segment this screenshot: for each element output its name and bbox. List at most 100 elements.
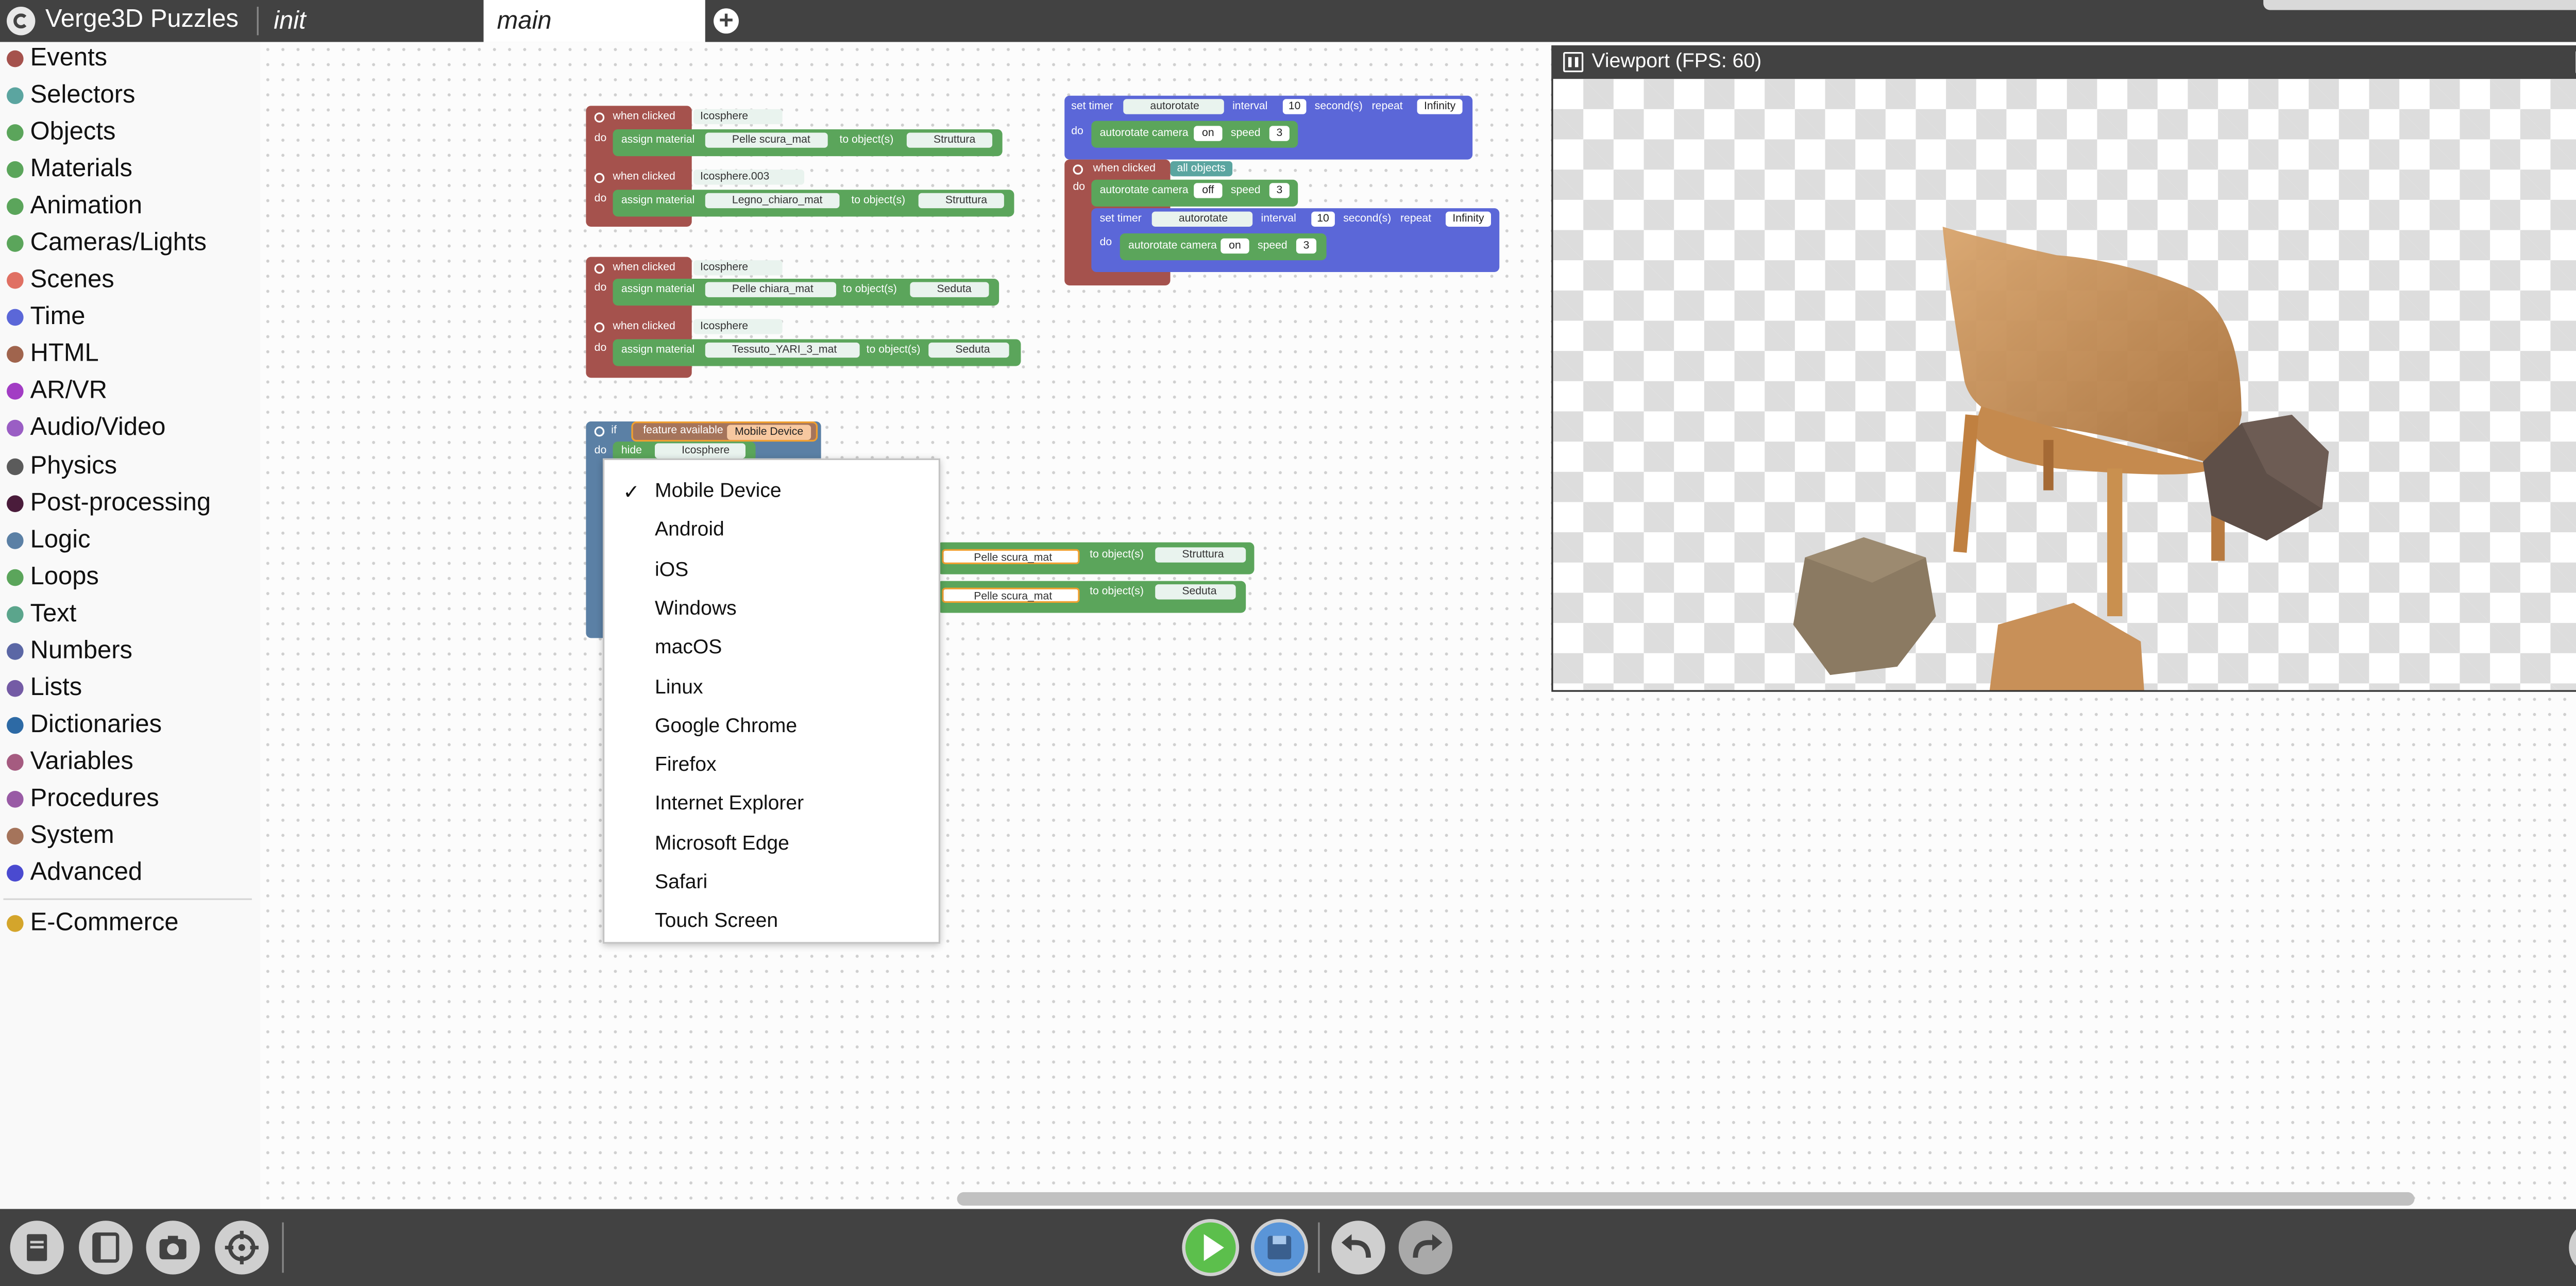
dropdown-option[interactable]: Windows	[655, 596, 737, 620]
interval-field[interactable]: 10	[1311, 211, 1335, 227]
sidebar-category-physics[interactable]: Physics	[7, 450, 117, 483]
sidebar-category-dictionaries[interactable]: Dictionaries	[7, 708, 162, 742]
object-field[interactable]: Icosphere.003	[693, 170, 805, 185]
redo-icon[interactable]	[1398, 1221, 1453, 1275]
sidebar-category-loops[interactable]: Loops	[7, 561, 99, 595]
object-field[interactable]: Struttura	[906, 132, 993, 148]
sidebar-category-post-processing[interactable]: Post-processing	[7, 487, 211, 520]
material-field[interactable]: Pelle scura_mat	[942, 549, 1080, 565]
camera-toggle-field[interactable]: off	[1194, 183, 1223, 198]
sidebar-category-events[interactable]: Events	[7, 42, 107, 75]
dropdown-option[interactable]: Touch Screen	[655, 909, 778, 933]
viewport-panel: Viewport (FPS: 60) ✕	[1551, 45, 2576, 692]
object-field[interactable]: all objects	[1170, 161, 1233, 177]
save-icon[interactable]	[1250, 1219, 1308, 1276]
object-field[interactable]: Icosphere	[693, 109, 783, 125]
sidebar-category-advanced[interactable]: Advanced	[7, 856, 142, 890]
sidebar-category-cameras-lights[interactable]: Cameras/Lights	[7, 227, 207, 260]
sidebar-category-procedures[interactable]: Procedures	[7, 783, 159, 816]
sidebar-category-objects[interactable]: Objects	[7, 116, 115, 149]
block-label: when clicked	[613, 320, 675, 333]
dropdown-option[interactable]: Microsoft Edge	[655, 831, 789, 854]
material-field[interactable]: Pelle scura_mat	[942, 587, 1080, 603]
material-field[interactable]: Legno_chiaro_mat	[705, 193, 840, 209]
object-field[interactable]: Seduta	[910, 282, 989, 297]
dropdown-option[interactable]: Android	[655, 518, 724, 542]
gear-icon[interactable]	[594, 112, 605, 123]
category-color-icon	[7, 495, 24, 512]
repeat-field[interactable]: Infinity	[1445, 211, 1491, 227]
object-field[interactable]: Struttura	[918, 193, 1004, 209]
sidebar-category-system[interactable]: System	[7, 819, 114, 853]
sidebar-category-audio-video[interactable]: Audio/Video	[7, 411, 165, 445]
block-label: set timer	[1099, 213, 1142, 225]
tab-init[interactable]: init	[260, 0, 483, 42]
object-field[interactable]: Icosphere	[655, 443, 745, 459]
add-tab-icon[interactable]: +	[714, 8, 739, 33]
speed-field[interactable]: 3	[1296, 238, 1317, 254]
screenshot-icon[interactable]	[146, 1221, 200, 1275]
top-right-control[interactable]	[2263, 0, 2576, 10]
block-label: when clicked	[613, 171, 675, 183]
gear-icon[interactable]	[1073, 164, 1083, 175]
3d-canvas[interactable]	[1553, 79, 2576, 690]
file-icon[interactable]	[79, 1221, 133, 1275]
dropdown-option[interactable]: Firefox	[655, 752, 717, 776]
sidebar-category-html[interactable]: HTML	[7, 337, 99, 371]
target-icon[interactable]	[215, 1221, 269, 1275]
dropdown-option[interactable]: Mobile Device	[655, 479, 782, 502]
block-label: to object(s)	[851, 195, 906, 207]
dropdown-option[interactable]: macOS	[655, 635, 722, 659]
timer-name-field[interactable]: autorotate	[1123, 99, 1224, 114]
app-title: Verge3D Puzzles	[45, 5, 239, 34]
camera-toggle-field[interactable]: on	[1221, 238, 1249, 254]
undo-icon[interactable]	[1331, 1221, 1385, 1275]
sidebar-category-materials[interactable]: Materials	[7, 153, 132, 187]
gear-icon[interactable]	[594, 322, 605, 333]
horizontal-scrollbar[interactable]	[957, 1192, 2415, 1206]
material-field[interactable]: Pelle scura_mat	[705, 132, 828, 148]
material-field[interactable]: Pelle chiara_mat	[705, 282, 836, 297]
dropdown-option[interactable]: iOS	[655, 557, 688, 581]
sidebar-category-animation[interactable]: Animation	[7, 190, 142, 223]
object-field[interactable]: Icosphere	[693, 319, 783, 334]
block-label: second(s)	[1314, 100, 1363, 113]
library-icon[interactable]	[10, 1221, 64, 1275]
block-label: interval	[1232, 100, 1268, 113]
sidebar-category-variables[interactable]: Variables	[7, 746, 133, 779]
timer-name-field[interactable]: autorotate	[1151, 211, 1253, 227]
tab-main[interactable]: main	[483, 0, 705, 42]
dropdown-option[interactable]: Internet Explorer	[655, 791, 804, 815]
material-field[interactable]: Tessuto_YARI_3_mat	[705, 342, 860, 358]
sidebar-category-e-commerce[interactable]: E-Commerce	[7, 907, 179, 940]
help-icon[interactable]: ?	[2569, 1221, 2576, 1275]
sidebar-category-lists[interactable]: Lists	[7, 672, 82, 705]
feature-dropdown[interactable]: Mobile Device	[727, 425, 811, 440]
dropdown-option[interactable]: Linux	[655, 674, 703, 698]
speed-field[interactable]: 3	[1269, 183, 1290, 198]
dropdown-option[interactable]: Safari	[655, 870, 707, 893]
sidebar-category-numbers[interactable]: Numbers	[7, 635, 132, 668]
dropdown-option[interactable]: Google Chrome	[655, 713, 797, 737]
sidebar-category-time[interactable]: Time	[7, 300, 85, 334]
category-color-icon	[7, 790, 24, 808]
object-field[interactable]: Struttura	[1155, 547, 1246, 563]
sidebar-category-logic[interactable]: Logic	[7, 524, 91, 557]
camera-toggle-field[interactable]: on	[1194, 126, 1223, 141]
sidebar-category-text[interactable]: Text	[7, 598, 76, 631]
sidebar-category-ar-vr[interactable]: AR/VR	[7, 375, 107, 408]
viewport-header[interactable]: Viewport (FPS: 60) ✕	[1551, 45, 2576, 79]
sidebar-category-selectors[interactable]: Selectors	[7, 79, 135, 112]
gear-icon[interactable]	[594, 263, 605, 274]
object-field[interactable]: Seduta	[1155, 584, 1236, 600]
object-field[interactable]: Icosphere	[693, 260, 783, 276]
pause-icon[interactable]	[1563, 52, 1584, 73]
gear-icon[interactable]	[594, 173, 605, 183]
sidebar-category-scenes[interactable]: Scenes	[7, 264, 114, 297]
play-icon[interactable]	[1182, 1219, 1240, 1276]
repeat-field[interactable]: Infinity	[1417, 99, 1463, 114]
object-field[interactable]: Seduta	[928, 342, 1009, 358]
speed-field[interactable]: 3	[1269, 126, 1290, 141]
gear-icon[interactable]	[594, 426, 605, 437]
interval-field[interactable]: 10	[1282, 99, 1307, 114]
